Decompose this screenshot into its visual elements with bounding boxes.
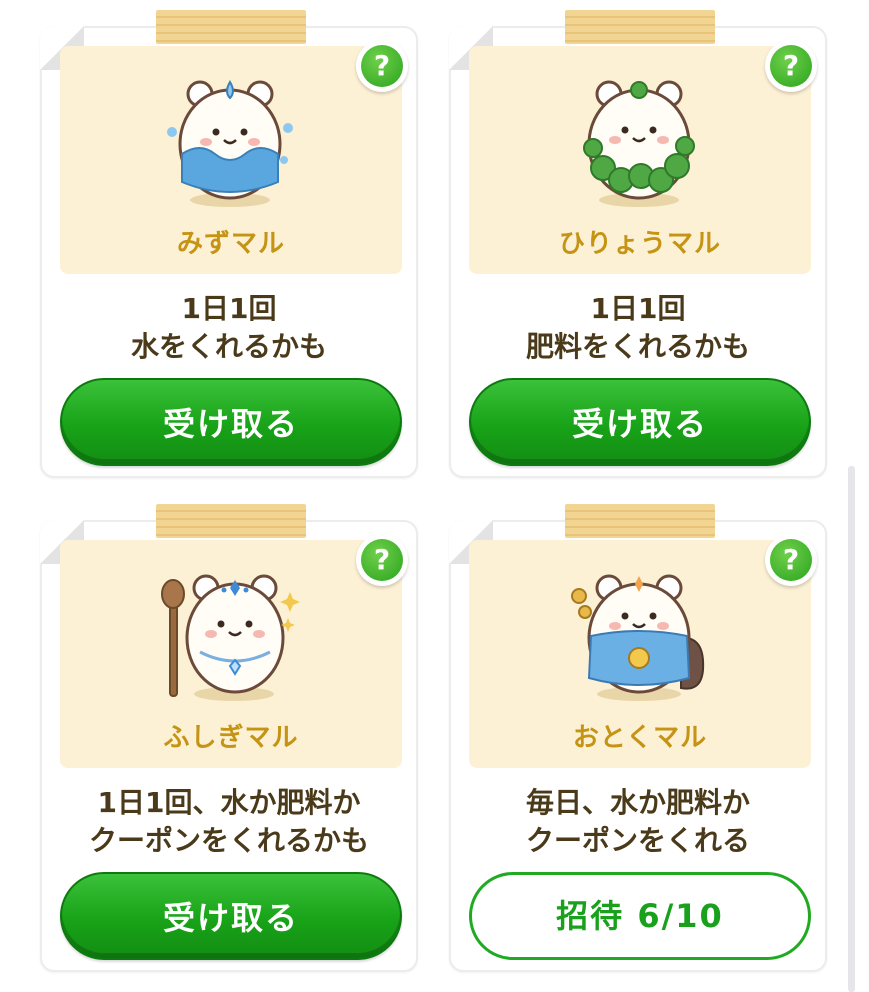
- character-panel: ? ひりょうマル: [469, 40, 817, 274]
- character-name: みずマル: [176, 229, 285, 259]
- description-line: 水をくれるかも: [130, 330, 327, 363]
- character-panel: ? みずマル: [60, 40, 408, 274]
- character-description: 1日1回 肥料をくれるかも: [451, 290, 825, 366]
- help-button[interactable]: ?: [765, 40, 817, 92]
- tape-decoration: [156, 504, 306, 538]
- question-icon: ?: [770, 539, 812, 581]
- character-card-hiryoumaru: ? ひりょうマル 1日1回 肥料をくれるかも 受け取る: [449, 10, 827, 478]
- question-icon: ?: [361, 45, 403, 87]
- invite-progress-button[interactable]: 招待 6/10: [469, 872, 811, 960]
- character-name: ふしぎマル: [163, 723, 299, 753]
- description-line: 1日1回: [181, 292, 277, 325]
- description-line: 毎日、水か肥料か: [525, 786, 750, 819]
- character-card-otokumaru: ? おとくマル 毎日、水か肥料か クーポンをくれる 招待 6/10: [449, 504, 827, 972]
- help-button[interactable]: ?: [356, 534, 408, 586]
- fertilizer-hamster-icon: [583, 80, 695, 207]
- description-line: 1日1回、水か肥料か: [97, 786, 361, 819]
- question-icon: ?: [361, 539, 403, 581]
- scrollbar[interactable]: [848, 466, 855, 992]
- bargain-hamster-icon: [571, 574, 705, 701]
- character-description: 1日1回、水か肥料か クーポンをくれるかも: [42, 784, 416, 860]
- tape-decoration: [156, 10, 306, 44]
- character-card-fushigimaru: ? ふしぎマル 1日1回、水か肥料か クーポンをくれるかも 受け取る: [40, 504, 418, 972]
- description-line: クーポンをくれる: [525, 824, 750, 857]
- receive-button[interactable]: 受け取る: [60, 378, 402, 466]
- character-description: 1日1回 水をくれるかも: [42, 290, 416, 366]
- help-button[interactable]: ?: [765, 534, 817, 586]
- tape-decoration: [565, 504, 715, 538]
- character-description: 毎日、水か肥料か クーポンをくれる: [451, 784, 825, 860]
- character-grid: ? みずマル 1日1回 水をくれるかも 受け取る ? ひりょうマル 1日1回 肥…: [0, 0, 869, 992]
- mystery-hamster-icon: [161, 574, 300, 701]
- description-line: 1日1回: [590, 292, 686, 325]
- water-hamster-icon: [167, 80, 293, 207]
- help-button[interactable]: ?: [356, 40, 408, 92]
- tape-decoration: [565, 10, 715, 44]
- description-line: クーポンをくれるかも: [88, 824, 369, 857]
- question-icon: ?: [770, 45, 812, 87]
- character-card-mizumaru: ? みずマル 1日1回 水をくれるかも 受け取る: [40, 10, 418, 478]
- character-panel: ? おとくマル: [469, 534, 817, 768]
- description-line: 肥料をくれるかも: [525, 330, 750, 363]
- receive-button[interactable]: 受け取る: [60, 872, 402, 960]
- character-panel: ? ふしぎマル: [60, 534, 408, 768]
- character-name: ひりょうマル: [558, 229, 721, 259]
- character-name: おとくマル: [572, 723, 708, 753]
- receive-button[interactable]: 受け取る: [469, 378, 811, 466]
